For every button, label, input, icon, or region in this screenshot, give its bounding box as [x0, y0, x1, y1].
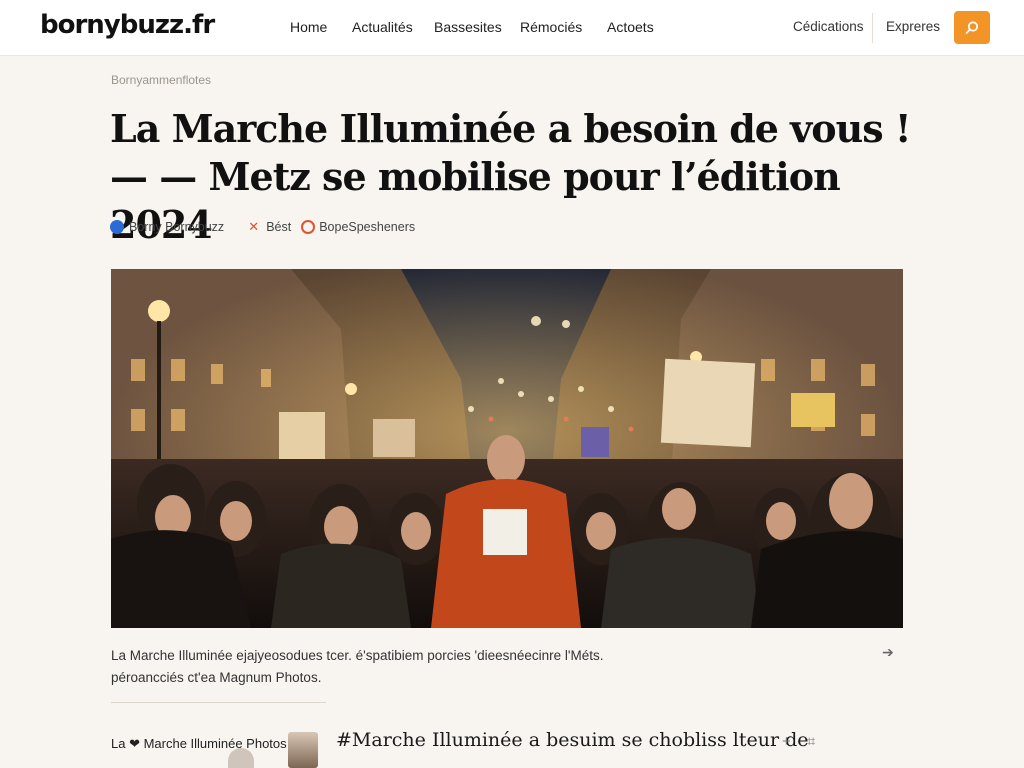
search-icon	[965, 20, 979, 34]
hero-image	[111, 269, 903, 628]
related-actions-icon[interactable]: + ⌗	[782, 733, 821, 750]
related-thumbnail-2	[228, 748, 254, 768]
nav-item-home[interactable]: Home	[290, 19, 328, 35]
related-thumbnail[interactable]	[288, 732, 318, 768]
nav-item-remocies[interactable]: Rémociés	[520, 19, 583, 35]
at-icon	[301, 220, 316, 234]
nav-item-actualites[interactable]: Actualités	[352, 19, 413, 35]
article-source[interactable]: BopeSpesheners	[319, 220, 415, 234]
nav-item-cedications[interactable]: Cédications	[793, 19, 864, 34]
author-avatar-icon	[110, 220, 124, 234]
author-name[interactable]: Borny Bornybuzz	[129, 220, 224, 234]
image-caption: La Marche Illuminée ejajyeosodues tcer. …	[111, 645, 671, 689]
caption-line-1: La Marche Illuminée ejajyeosodues tcer. …	[111, 648, 604, 663]
caption-line-2: péroancciés ct'ea Magnum Photos.	[111, 670, 322, 685]
nav-item-actoets[interactable]: Actoets	[607, 19, 654, 35]
section-divider	[111, 702, 326, 703]
article-tag[interactable]: Bést	[266, 220, 291, 234]
main-nav: Home Actualités Bassesites Rémociés Acto…	[290, 19, 654, 35]
nav-item-bassesites[interactable]: Bassesites	[434, 19, 502, 35]
search-button[interactable]	[954, 11, 990, 44]
site-header: bornybuzz.fr Home Actualités Bassesites …	[0, 0, 1024, 56]
flame-icon: ✕	[248, 219, 260, 234]
nav-divider	[872, 13, 873, 43]
nav-item-expreres[interactable]: Expreres	[886, 19, 940, 34]
article-byline: Borny Bornybuzz ✕ Bést BopeSpesheners	[110, 220, 415, 234]
breadcrumb[interactable]: Bornyammenflotes	[111, 73, 211, 87]
related-headline[interactable]: #Marche Illuminée a besuim se chobliss l…	[336, 729, 809, 751]
site-logo[interactable]: bornybuzz.fr	[40, 10, 215, 40]
arrow-right-icon[interactable]: ➔	[882, 644, 894, 661]
related-title[interactable]: La ❤ Marche Illuminée Photos	[111, 736, 287, 752]
